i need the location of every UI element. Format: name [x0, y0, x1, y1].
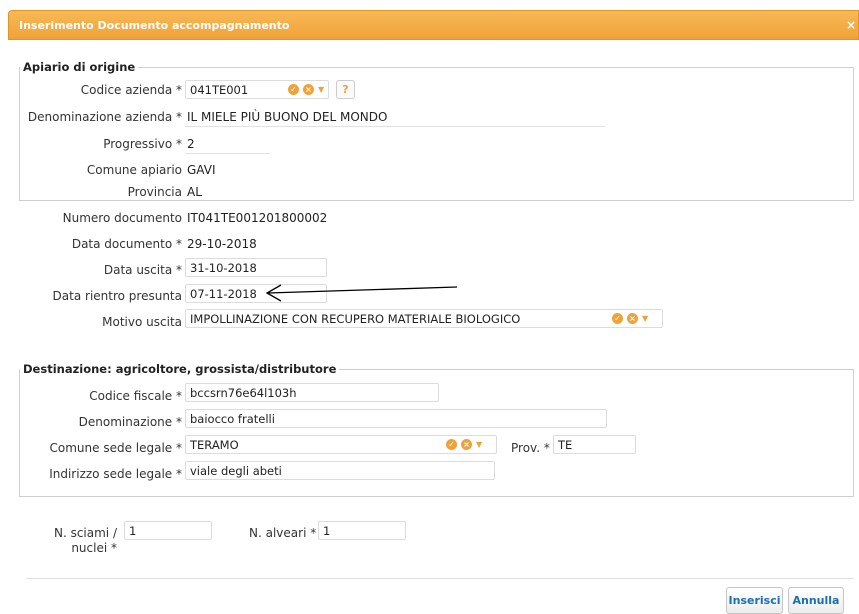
- provincia-label: Provincia: [127, 185, 182, 199]
- comune-sede-value: TERAMO: [190, 438, 239, 452]
- numero-documento-label: Numero documento: [62, 211, 182, 225]
- data-documento-label: Data documento *: [71, 237, 182, 251]
- n-alveari-input[interactable]: 1: [318, 521, 406, 540]
- comune-sede-label: Comune sede legale *: [49, 441, 183, 455]
- denominazione-azienda-value: IL MIELE PIÙ BUONO DEL MONDO: [187, 110, 388, 124]
- n-alveari-label: N. alveari *: [249, 526, 317, 540]
- indirizzo-sede-input[interactable]: viale degli abeti: [185, 461, 495, 480]
- data-uscita-label: Data uscita *: [103, 263, 182, 277]
- data-rientro-label: Data rientro presunta: [52, 289, 182, 303]
- clear-icon[interactable]: ×: [303, 84, 314, 95]
- chevron-down-icon[interactable]: ▼: [642, 314, 648, 323]
- indirizzo-sede-label: Indirizzo sede legale *: [49, 467, 182, 481]
- inserisci-button[interactable]: Inserisci: [726, 587, 783, 614]
- data-documento-value: 29-10-2018: [187, 237, 257, 251]
- denominazione-azienda-label: Denominazione azienda *: [27, 110, 182, 124]
- dialog-title: Inserimento Documento accompagnamento: [19, 18, 290, 32]
- clear-icon[interactable]: ×: [627, 313, 638, 324]
- codice-azienda-label: Codice azienda *: [80, 83, 182, 97]
- footer-divider: [26, 578, 854, 579]
- annulla-button[interactable]: Annulla: [788, 587, 844, 614]
- provincia-value: AL: [187, 185, 202, 199]
- close-icon[interactable]: ×: [846, 18, 856, 32]
- progressivo-underline: [185, 153, 270, 154]
- progressivo-label: Progressivo *: [103, 137, 182, 151]
- data-rientro-input[interactable]: 07-11-2018: [185, 284, 327, 303]
- prov-input[interactable]: TE: [553, 435, 636, 454]
- prov-label: Prov. *: [511, 441, 550, 455]
- codice-azienda-value: 041TE001: [190, 83, 249, 97]
- help-button[interactable]: ?: [336, 80, 355, 99]
- dialog-titlebar: Inserimento Documento accompagnamento ×: [8, 10, 859, 40]
- n-sciami-label-line2: nuclei *: [71, 541, 117, 555]
- progressivo-value: 2: [187, 137, 195, 151]
- destinazione-legend: Destinazione: agricoltore, grossista/dis…: [20, 362, 340, 376]
- confirm-icon[interactable]: ✓: [446, 439, 457, 450]
- chevron-down-icon[interactable]: ▼: [476, 440, 482, 449]
- n-sciami-label-line1: N. sciami /: [53, 526, 117, 540]
- confirm-icon[interactable]: ✓: [612, 313, 623, 324]
- motivo-uscita-value: IMPOLLINAZIONE CON RECUPERO MATERIALE BI…: [190, 312, 521, 326]
- motivo-uscita-select[interactable]: IMPOLLINAZIONE CON RECUPERO MATERIALE BI…: [185, 309, 663, 328]
- clear-icon[interactable]: ×: [461, 439, 472, 450]
- chevron-down-icon[interactable]: ▼: [318, 85, 324, 94]
- origine-legend: Apiario di origine: [20, 60, 139, 74]
- motivo-uscita-label: Motivo uscita: [102, 315, 182, 329]
- comune-apiario-value: GAVI: [187, 163, 216, 177]
- data-uscita-input[interactable]: 31-10-2018: [185, 258, 327, 277]
- comune-apiario-label: Comune apiario: [86, 163, 182, 177]
- comune-sede-controls: ✓ × ▼: [446, 439, 482, 450]
- motivo-uscita-controls: ✓ × ▼: [612, 313, 648, 324]
- codice-fiscale-label: Codice fiscale *: [89, 389, 182, 403]
- denominazione-label: Denominazione *: [78, 415, 182, 429]
- codice-azienda-controls: ✓ × ▼: [288, 84, 324, 95]
- denominazione-underline: [185, 126, 605, 127]
- codice-fiscale-input[interactable]: bccsrn76e64l103h: [185, 383, 439, 402]
- denominazione-input[interactable]: baiocco fratelli: [185, 409, 607, 428]
- n-sciami-input[interactable]: 1: [124, 521, 212, 540]
- confirm-icon[interactable]: ✓: [288, 84, 299, 95]
- numero-documento-value: IT041TE001201800002: [187, 211, 328, 225]
